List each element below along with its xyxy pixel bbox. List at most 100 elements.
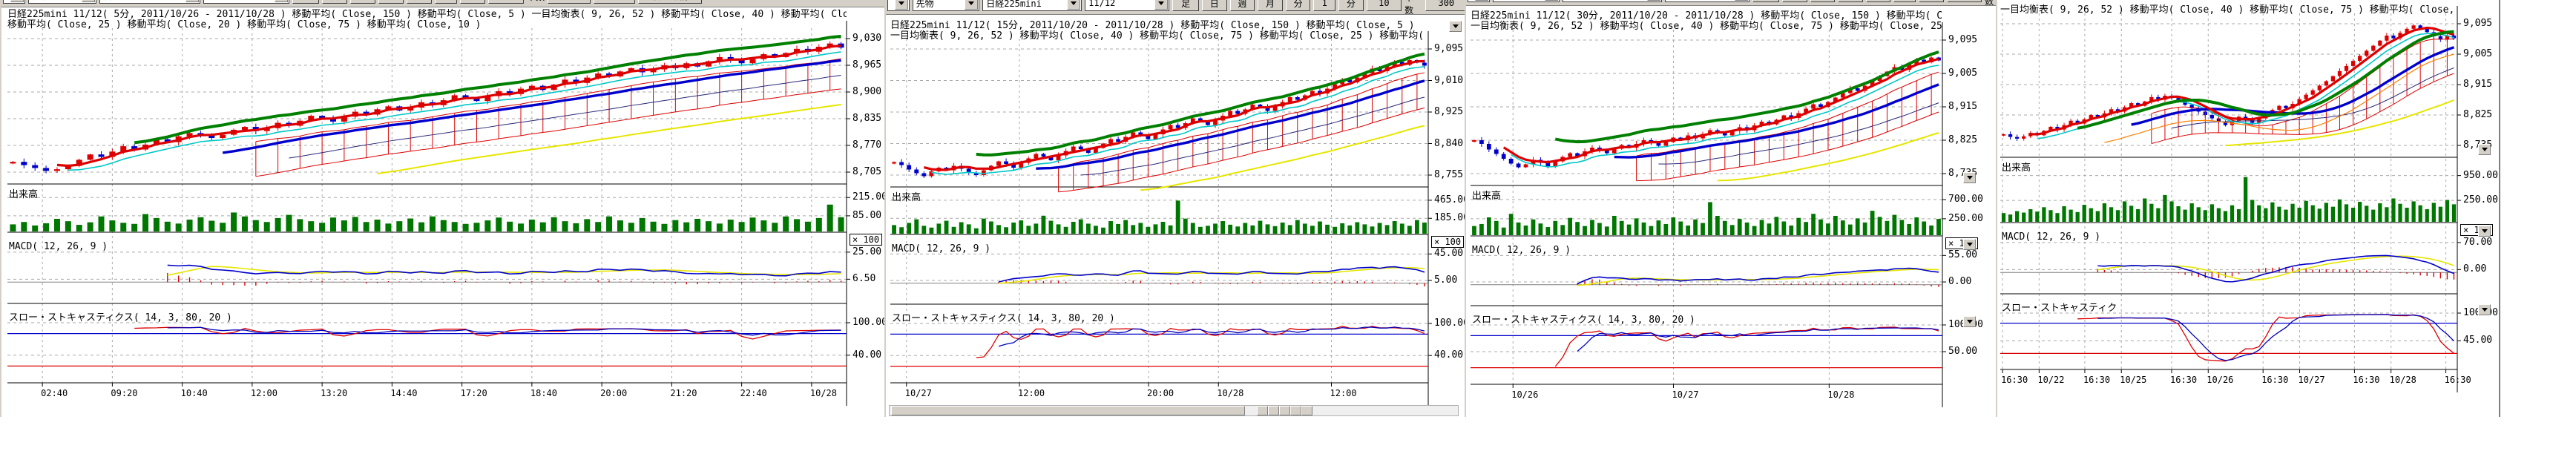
stoch-tick-label: 40.00: [852, 349, 881, 361]
horizontal-scrollbar[interactable]: [889, 405, 1459, 416]
stoch-section-label: スロー・ストキャスティク: [2002, 300, 2117, 314]
stoch-tick-label: 50.00: [1948, 346, 1977, 357]
price-tick-label: 8,965: [852, 59, 881, 70]
stoch-tick-label: 100.00: [1434, 318, 1466, 329]
x-axis-label: 16:30: [2261, 375, 2288, 385]
price-tick-label: 9,095: [1948, 34, 1977, 45]
x-axis-label: 16:30: [2353, 375, 2379, 385]
x-axis-label: 16:30: [2083, 375, 2110, 385]
x-axis-label: 18:40: [530, 388, 557, 398]
x-axis-label: 16:30: [2170, 375, 2197, 385]
price-chart-canvas[interactable]: [886, 0, 1465, 417]
stoch-section-label: スロー・ストキャスティクス( 14, 3, 80, 20 ): [1472, 312, 1695, 326]
chart-window-4: 一目均衡表( 9, 26, 52 ) 移動平均( Close, 40 ) 移動平…: [1996, 0, 2500, 417]
volume-tick-label: 215.00: [852, 191, 886, 203]
macd-tick-label: 55.00: [1948, 249, 1977, 260]
x-axis-label: 12:00: [1330, 388, 1357, 398]
stoch-section-label: スロー・ストキャスティクス( 14, 3, 80, 20 ): [892, 310, 1115, 324]
x-axis-label: 10/26: [1511, 389, 1538, 400]
x-axis-label: 10/25: [2120, 375, 2146, 385]
volume-section-label: 出来高: [9, 186, 38, 200]
x-axis-label: 20:00: [1147, 388, 1174, 398]
x-axis-label: 14:40: [390, 388, 417, 398]
volume-section-label: 出来高: [1472, 188, 1501, 202]
x-axis-label: 02:40: [41, 388, 68, 398]
scrollbar-thumb[interactable]: [891, 406, 1245, 415]
x-axis-label: 13:20: [321, 388, 347, 398]
macd-section-label: MACD( 12, 26, 9 ): [892, 243, 990, 254]
x-axis-label: 10/28: [1827, 389, 1854, 400]
scrollbar-button[interactable]: [1301, 406, 1312, 415]
chart-window-1: 先物日経225mini11/12足日週月分1分10本数300適用複数銘柄日経22…: [0, 0, 886, 417]
price-tick-label: 8,840: [1434, 138, 1463, 149]
stoch-tick-label: 100.00: [852, 317, 886, 328]
price-tick-label: 9,010: [1434, 75, 1463, 86]
x-axis-label: 10:40: [181, 388, 208, 398]
volume-tick-label: 185.00: [1434, 212, 1466, 223]
x-axis-label: 20:00: [600, 388, 627, 398]
macd-section-label: MACD( 12, 26, 9 ): [9, 241, 108, 252]
volume-tick-label: 465.00: [1434, 194, 1466, 206]
price-tick-label: 8,705: [852, 166, 881, 177]
price-tick-label: 9,005: [2463, 48, 2492, 59]
macd-tick-label: 6.50: [852, 273, 875, 284]
x-axis-label: 17:20: [461, 388, 487, 398]
macd-tick-label: 25.00: [852, 246, 881, 257]
price-chart-canvas[interactable]: [1, 0, 884, 417]
stoch-tick-label: 40.00: [1434, 349, 1463, 361]
x-axis-label: 10/27: [2298, 375, 2324, 385]
section-dropdown-button[interactable]: [1449, 21, 1462, 32]
volume-tick-label: 85.00: [852, 210, 881, 221]
volume-multiplier-badge: × 100: [850, 234, 882, 246]
macd-tick-label: 5.00: [1434, 274, 1457, 286]
price-tick-label: 9,095: [1434, 43, 1463, 54]
price-tick-label: 9,095: [2463, 18, 2492, 29]
macd-tick-label: 70.00: [2463, 237, 2492, 248]
stoch-section-label: スロー・ストキャスティクス( 14, 3, 80, 20 ): [9, 309, 232, 323]
macd-section-label: MACD( 12, 26, 9 ): [1472, 245, 1571, 256]
price-tick-label: 8,915: [1948, 101, 1977, 112]
price-tick-label: 8,825: [1948, 134, 1977, 145]
x-axis-label: 10/28: [2390, 375, 2416, 385]
mdi-workspace: 先物日経225mini11/12足日週月分1分10本数300適用複数銘柄日経22…: [0, 0, 2576, 457]
x-axis-label: 09:20: [111, 388, 137, 398]
x-axis-label: 10/22: [2037, 375, 2064, 385]
x-axis-label: 12:00: [251, 388, 277, 398]
section-dropdown-button[interactable]: [1963, 172, 1976, 183]
x-axis-label: 10/27: [1672, 389, 1698, 400]
x-axis-label: 16:30: [2001, 375, 2028, 385]
macd-section-label: MACD( 12, 26, 9 ): [2002, 231, 2100, 243]
x-axis-label: 10/28: [810, 388, 837, 398]
scrollbar-button[interactable]: [1268, 406, 1279, 415]
volume-tick-label: 250.00: [1948, 213, 1983, 224]
price-tick-label: 9,030: [852, 33, 881, 44]
volume-section-label: 出来高: [892, 189, 921, 203]
price-chart-canvas[interactable]: [1466, 0, 1996, 417]
x-axis-label: 22:40: [740, 388, 767, 398]
volume-tick-label: 700.00: [1948, 194, 1983, 205]
section-dropdown-button[interactable]: [2478, 144, 2491, 155]
price-tick-label: 8,915: [2463, 79, 2492, 90]
volume-section-label: 出来高: [2002, 160, 2031, 174]
macd-tick-label: 45.00: [1434, 248, 1463, 259]
price-chart-canvas[interactable]: [1997, 0, 2499, 417]
scrollbar-button[interactable]: [1290, 406, 1301, 415]
stoch-tick-label: 45.00: [2463, 335, 2492, 346]
section-dropdown-button[interactable]: [1963, 316, 1976, 327]
volume-tick-label: 250.00: [2463, 194, 2498, 206]
scrollbar-button[interactable]: [1279, 406, 1290, 415]
price-tick-label: 8,925: [1434, 106, 1463, 117]
price-tick-label: 8,755: [1434, 169, 1463, 180]
section-dropdown-button[interactable]: [2478, 226, 2491, 237]
x-axis-label: 10/28: [1217, 388, 1243, 398]
section-dropdown-button[interactable]: [2478, 304, 2491, 315]
x-axis-label: 12:00: [1018, 388, 1045, 398]
section-dropdown-button[interactable]: [1963, 239, 1976, 250]
price-tick-label: 8,835: [852, 113, 881, 124]
price-tick-label: 8,825: [2463, 109, 2492, 120]
price-tick-label: 9,005: [1948, 68, 1977, 79]
scrollbar-button[interactable]: [1257, 406, 1268, 415]
volume-tick-label: 950.00: [2463, 170, 2498, 181]
macd-tick-label: 0.00: [1948, 276, 1971, 287]
volume-multiplier-badge: × 100: [1431, 236, 1464, 248]
